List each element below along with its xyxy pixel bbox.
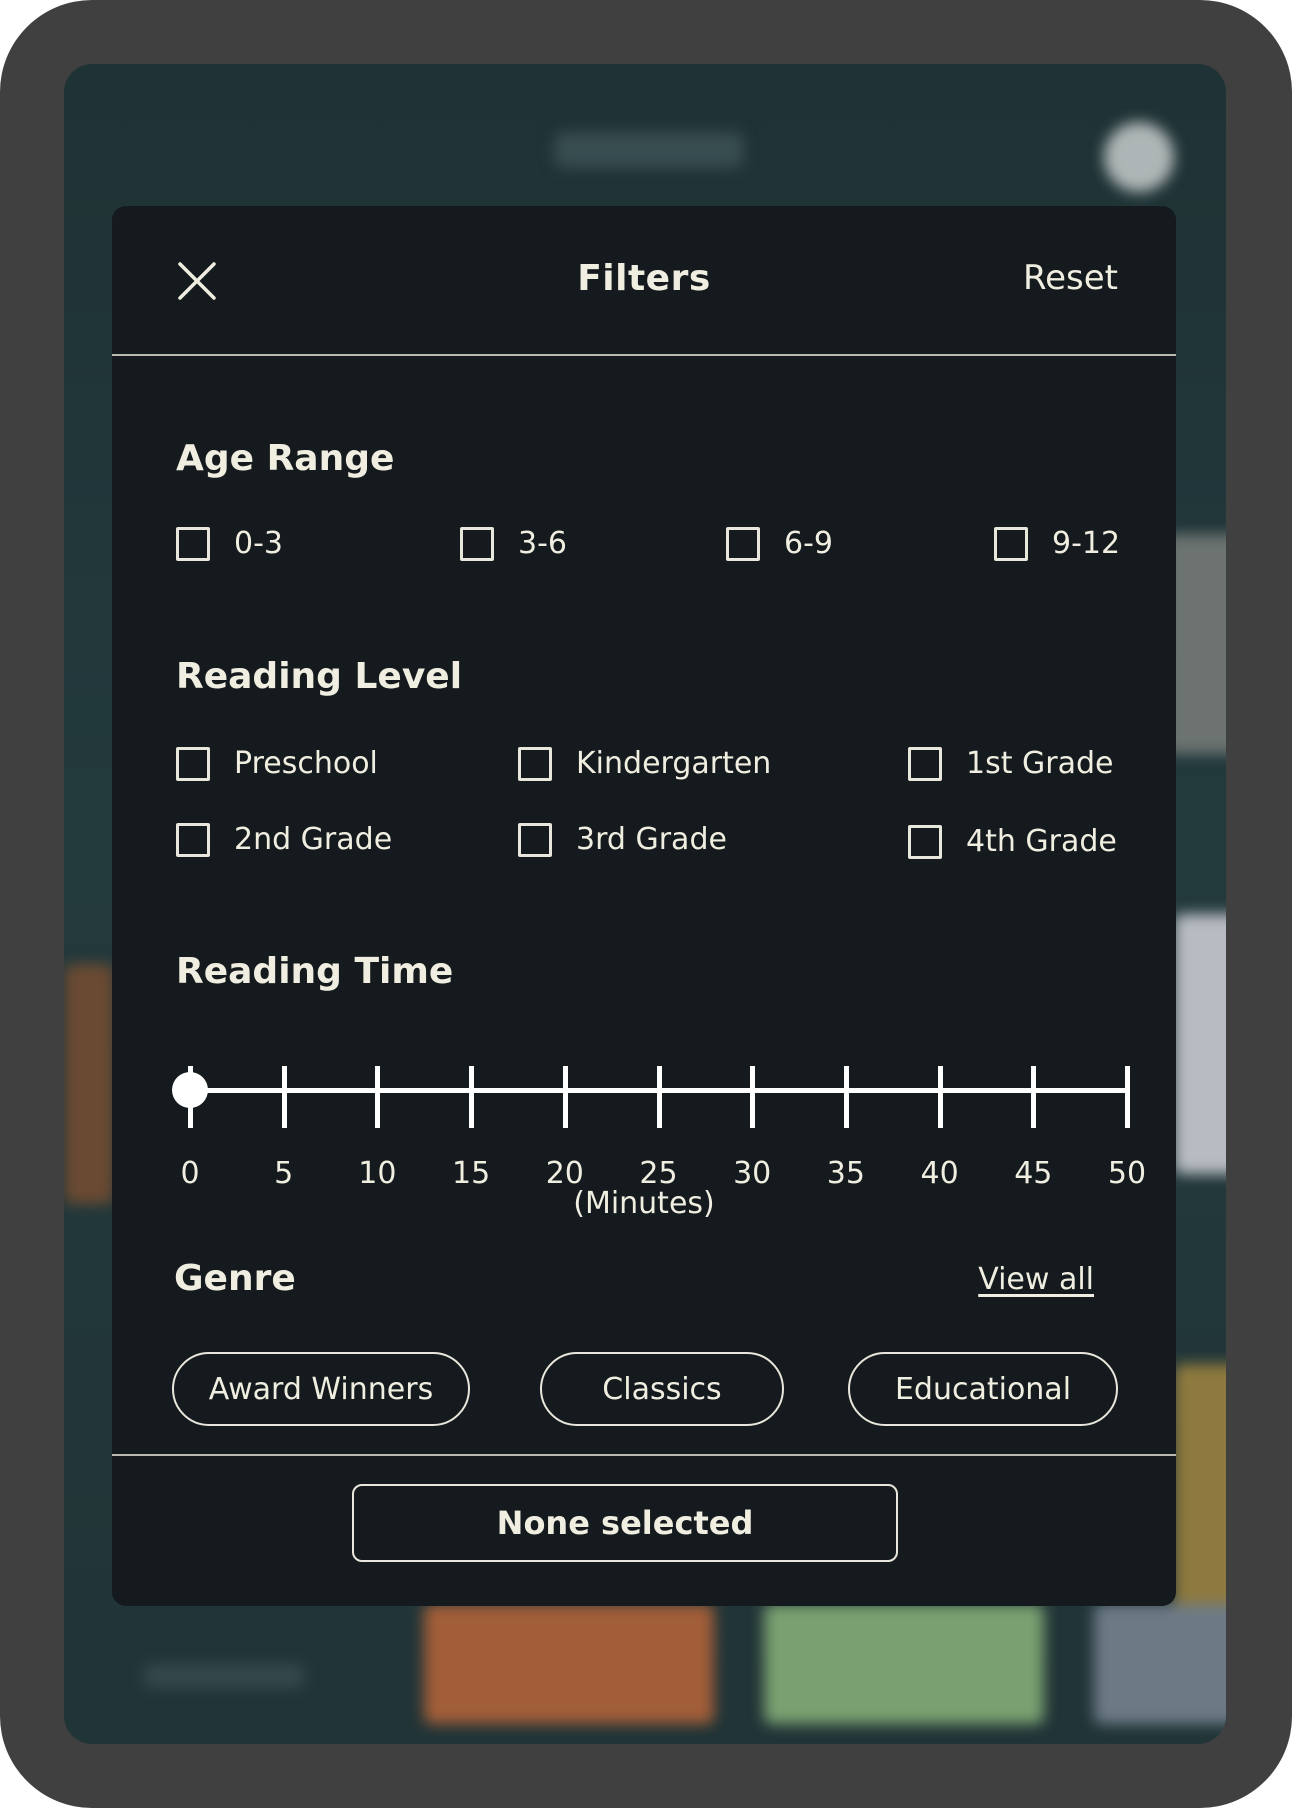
checkbox-box[interactable]	[460, 526, 494, 561]
backdrop-app-title	[554, 132, 744, 168]
slider-tick	[375, 1066, 381, 1128]
reading-level-title: Reading Level	[176, 656, 463, 697]
level-checkbox-kindergarten[interactable]: Kindergarten	[518, 746, 771, 781]
level-checkbox-1st-grade[interactable]: 1st Grade	[908, 746, 1113, 781]
checkbox-box[interactable]	[518, 822, 552, 857]
age-range-title: Age Range	[176, 438, 395, 479]
backdrop-bottom-nav	[144, 1664, 304, 1688]
age-checkbox-9-12[interactable]: 9-12	[994, 526, 1120, 561]
checkbox-label: 3-6	[518, 526, 567, 561]
checkbox-label: 9-12	[1052, 526, 1121, 561]
slider-tick	[1031, 1066, 1037, 1128]
genre-pill-educational[interactable]: Educational	[848, 1352, 1118, 1426]
checkbox-label: 1st Grade	[966, 746, 1114, 781]
level-checkbox-2nd-grade[interactable]: 2nd Grade	[176, 822, 392, 857]
checkbox-label: 4th Grade	[966, 824, 1117, 859]
checkbox-label: 6-9	[784, 526, 833, 561]
checkbox-box[interactable]	[908, 746, 942, 781]
checkbox-label: 3rd Grade	[576, 822, 727, 857]
slider-tick	[843, 1066, 849, 1128]
checkbox-box[interactable]	[176, 746, 210, 781]
age-checkbox-6-9[interactable]: 6-9	[726, 526, 833, 561]
genre-title: Genre	[174, 1258, 296, 1299]
backdrop-book-cover	[1174, 914, 1226, 1174]
level-checkbox-preschool[interactable]: Preschool	[176, 746, 378, 781]
genre-pill-award-winners[interactable]: Award Winners	[172, 1352, 470, 1426]
slider-tick	[281, 1066, 287, 1128]
slider-tick	[562, 1066, 568, 1128]
slider-thumb[interactable]	[172, 1072, 208, 1108]
level-checkbox-4th-grade[interactable]: 4th Grade	[908, 824, 1117, 859]
backdrop-book-cover	[764, 1604, 1044, 1724]
backdrop-avatar	[1104, 122, 1174, 192]
slider-tick	[1125, 1066, 1130, 1128]
slider-tick	[750, 1066, 756, 1128]
modal-header: Filters Reset	[112, 206, 1176, 356]
device-frame: Filters Reset Age Range 0-3 3-6 6-9 9-12…	[0, 0, 1292, 1808]
slider-tick	[469, 1066, 475, 1128]
reading-time-slider[interactable]: 0 5 10 15 20 25 30 35 40 45 50	[172, 1036, 1146, 1191]
modal-title: Filters	[577, 258, 711, 299]
checkbox-box[interactable]	[176, 822, 210, 857]
checkbox-label: Preschool	[234, 746, 378, 781]
age-checkbox-0-3[interactable]: 0-3	[176, 526, 283, 561]
age-checkbox-3-6[interactable]: 3-6	[460, 526, 567, 561]
slider-unit-label: (Minutes)	[573, 1186, 715, 1221]
reading-time-title: Reading Time	[176, 951, 454, 992]
checkbox-box[interactable]	[726, 526, 760, 561]
backdrop-book-cover	[64, 964, 114, 1204]
backdrop-book-cover	[424, 1604, 714, 1724]
checkbox-label: 2nd Grade	[234, 822, 393, 857]
checkbox-label: 0-3	[234, 526, 283, 561]
reset-button[interactable]: Reset	[1023, 258, 1118, 298]
level-checkbox-3rd-grade[interactable]: 3rd Grade	[518, 822, 727, 857]
genre-pill-classics[interactable]: Classics	[540, 1352, 784, 1426]
filters-modal: Filters Reset Age Range 0-3 3-6 6-9 9-12…	[112, 206, 1176, 1606]
checkbox-box[interactable]	[994, 526, 1028, 561]
checkbox-label: Kindergarten	[576, 746, 772, 781]
modal-footer: None selected	[112, 1454, 1176, 1606]
checkbox-box[interactable]	[518, 746, 552, 781]
checkbox-box[interactable]	[908, 824, 942, 859]
checkbox-box[interactable]	[176, 526, 210, 561]
slider-tick	[937, 1066, 943, 1128]
view-all-genres-link[interactable]: View all	[978, 1262, 1094, 1297]
backdrop-book-cover	[1094, 1604, 1226, 1724]
apply-filters-button[interactable]: None selected	[352, 1484, 898, 1562]
slider-tick	[656, 1066, 662, 1128]
